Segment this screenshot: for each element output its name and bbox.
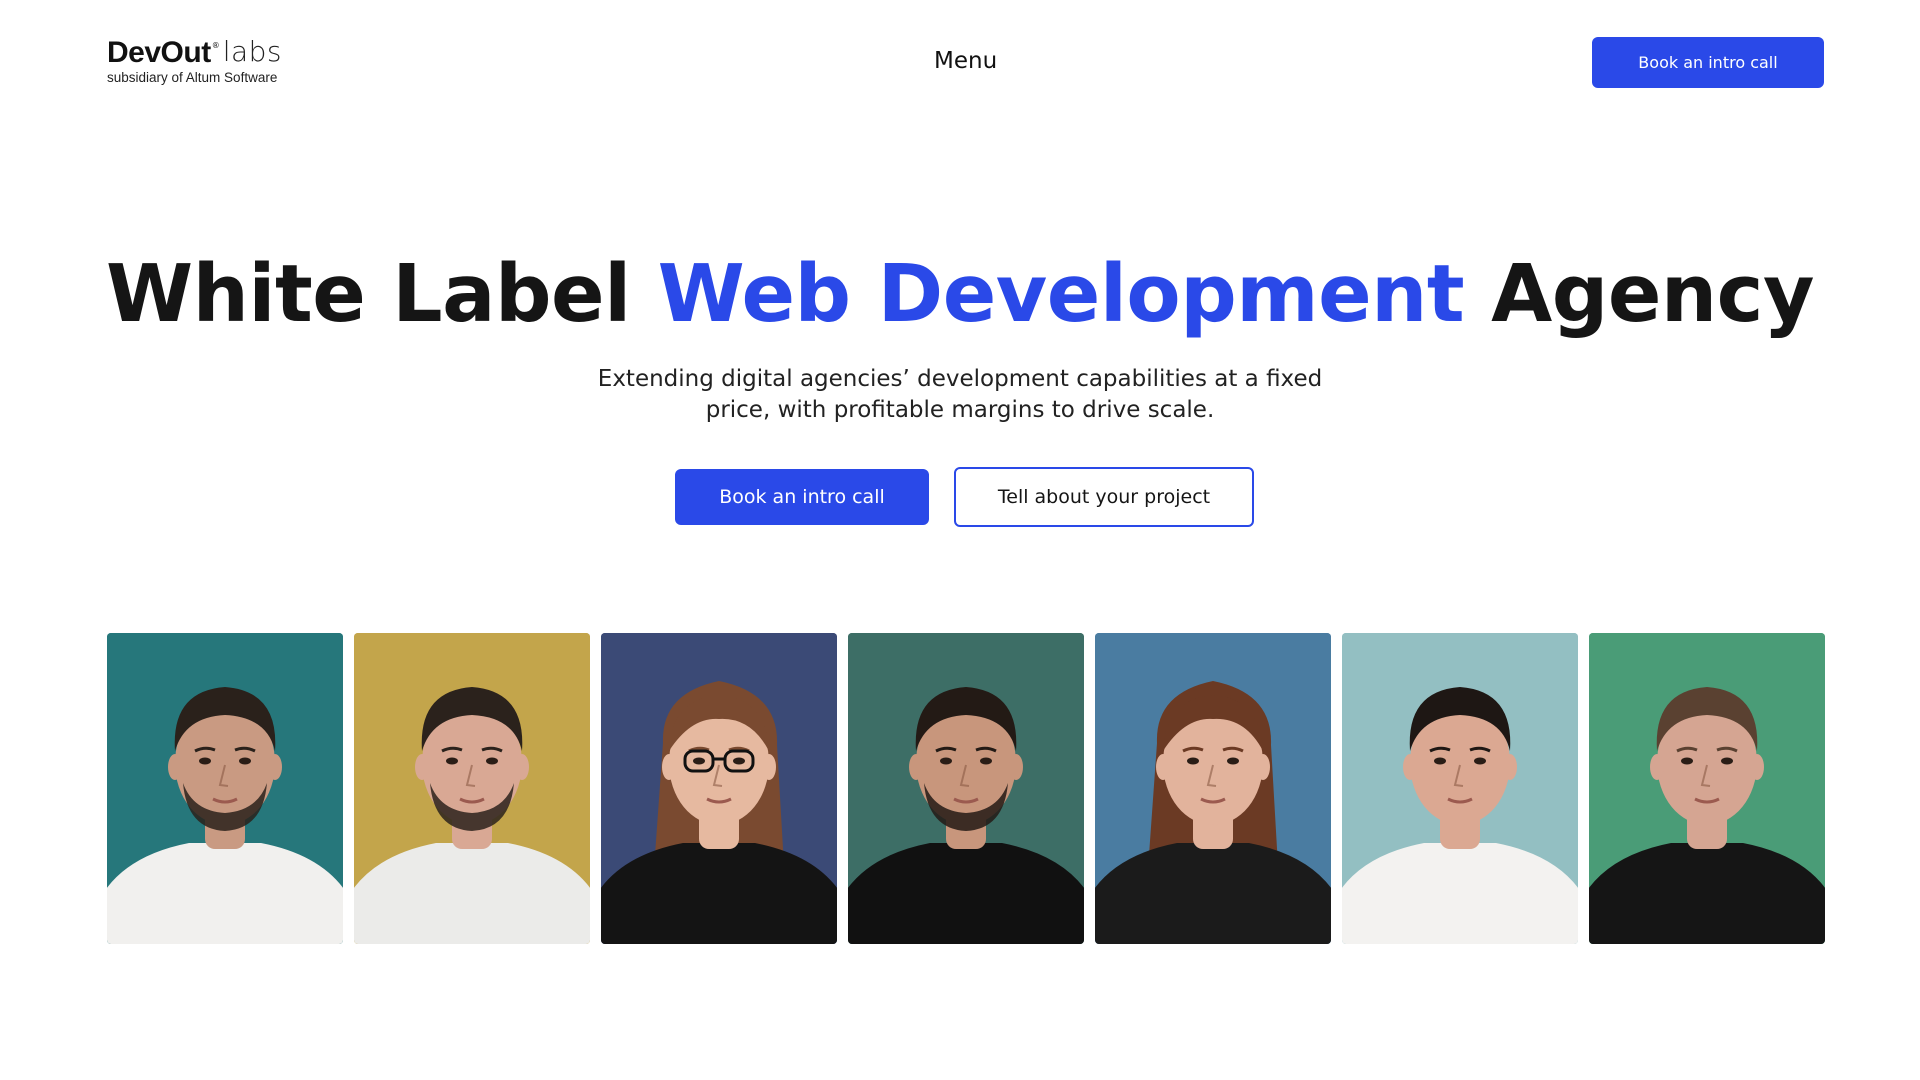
logo-brand: DevOut <box>107 36 211 69</box>
team-member-photo <box>848 633 1084 944</box>
team-photo-strip <box>107 633 1825 944</box>
menu-button[interactable]: Menu <box>934 48 997 74</box>
team-member-photo <box>1342 633 1578 944</box>
team-member-photo <box>354 633 590 944</box>
site-header: DevOut ® labs subsidiary of Altum Softwa… <box>0 0 1920 125</box>
team-member-photo <box>1589 633 1825 944</box>
devout-labs-logo[interactable]: DevOut ® labs subsidiary of Altum Softwa… <box>107 35 282 86</box>
logo-registered-mark: ® <box>211 41 220 50</box>
team-member-photo <box>601 633 837 944</box>
hero-title: White Label Web Development Agency <box>0 248 1920 340</box>
tell-about-project-button[interactable]: Tell about your project <box>954 467 1254 527</box>
header-book-intro-call-button[interactable]: Book an intro call <box>1592 37 1824 88</box>
logo-suffix: labs <box>222 35 282 68</box>
hero-title-part1: White Label <box>105 248 658 340</box>
team-member-photo <box>1095 633 1331 944</box>
hero-title-part2: Agency <box>1464 248 1814 340</box>
team-member-photo <box>107 633 343 944</box>
hero-title-accent: Web Development <box>657 248 1465 340</box>
hero-book-intro-call-button[interactable]: Book an intro call <box>675 469 929 525</box>
hero-subtitle-line2: price, with profitable margins to drive … <box>705 397 1215 423</box>
hero-subtitle: Extending digital agencies’ development … <box>560 364 1360 426</box>
hero-subtitle-line1: Extending digital agencies’ development … <box>597 366 1323 392</box>
logo-tagline: subsidiary of Altum Software <box>107 70 278 85</box>
